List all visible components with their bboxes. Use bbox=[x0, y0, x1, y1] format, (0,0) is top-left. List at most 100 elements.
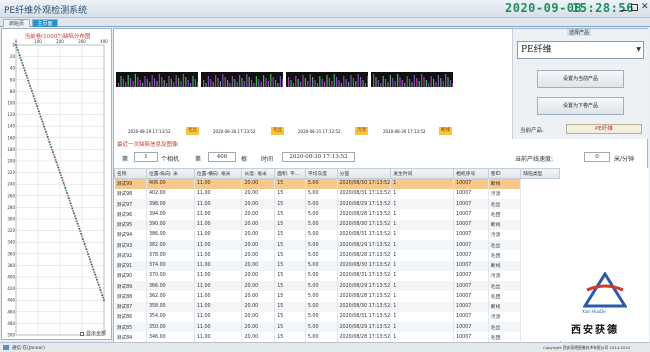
set-current-product-button[interactable]: 设置为当前产品 bbox=[537, 70, 624, 88]
table-cell: 1 bbox=[390, 260, 455, 271]
table-row[interactable]: 测试94 386.00 11.00 20.00 15 5.00 2020/08/31 17:… bbox=[114, 229, 560, 240]
y-tick-label: 440 bbox=[7, 298, 15, 303]
table-cell: 污渍 bbox=[488, 188, 522, 199]
time-field[interactable]: 2020-08-30 17:13:52 bbox=[282, 152, 355, 162]
table-cell: 11.00 bbox=[194, 260, 243, 271]
maximize-icon[interactable] bbox=[631, 4, 638, 11]
defect-thumbnail[interactable] bbox=[116, 72, 198, 87]
defect-point bbox=[88, 255, 91, 258]
column-header[interactable]: 长度: 毫米 bbox=[241, 168, 276, 179]
table-cell: 15 bbox=[274, 240, 306, 251]
set-next-product-button[interactable]: 设置为下卷产品 bbox=[537, 97, 624, 115]
checkbox-icon[interactable] bbox=[80, 331, 84, 336]
tab-start-page[interactable]: 启始页 bbox=[3, 19, 30, 27]
table-cell: 测试84 bbox=[114, 332, 147, 342]
defect-point bbox=[66, 192, 69, 195]
table-cell: 20.00 bbox=[241, 332, 276, 342]
table-row[interactable]: 测试85 350.00 11.00 20.00 15 5.00 2020/08/29 17:… bbox=[114, 322, 560, 333]
table-cell: 15 bbox=[274, 291, 306, 302]
table-row[interactable]: 测试99 406.00 11.00 20.00 15 5.00 2020/08/30 17:… bbox=[114, 178, 560, 189]
defect-point bbox=[48, 140, 51, 143]
minimize-icon[interactable] bbox=[621, 5, 627, 11]
defect-thumbnail[interactable] bbox=[201, 72, 283, 87]
y-tick-label: 180 bbox=[7, 147, 15, 152]
defect-point bbox=[89, 260, 92, 263]
status-copyright-text: Copyright 西安获德图像技术有限公司 2014-2020 bbox=[543, 345, 631, 350]
table-row[interactable]: 测试92 378.00 11.00 20.00 15 5.00 2020/08/28 17:… bbox=[114, 250, 560, 261]
table-row[interactable]: 测试89 366.00 11.00 20.00 15 5.00 2020/08/29 17:… bbox=[114, 281, 560, 292]
defect-point bbox=[20, 59, 23, 62]
table-cell: 10007 bbox=[453, 178, 489, 189]
table-row[interactable]: 测试95 390.00 11.00 20.00 15 5.00 2020/08/30 17:… bbox=[114, 219, 560, 230]
column-header[interactable]: 面积: 平... bbox=[274, 168, 306, 179]
table-cell: 测试92 bbox=[114, 250, 147, 261]
defect-point bbox=[95, 278, 98, 281]
defect-point bbox=[25, 74, 28, 77]
logo-company-name: 西安获德 bbox=[571, 325, 619, 336]
table-cell: 测试90 bbox=[114, 270, 147, 281]
thumbnail-defect-tag: 断线 bbox=[439, 127, 452, 135]
table-cell: 15 bbox=[274, 332, 306, 342]
table-row[interactable]: 测试86 354.00 11.00 20.00 15 5.00 2020/08/31 17:… bbox=[114, 311, 560, 322]
column-header[interactable]: 卷ID bbox=[487, 168, 522, 179]
defect-point bbox=[98, 286, 101, 289]
column-header[interactable]: 发生时间 bbox=[390, 168, 455, 179]
column-header[interactable]: 位置-纵向: 米 bbox=[145, 168, 195, 179]
table-row[interactable]: 测试93 382.00 11.00 20.00 15 5.00 2020/08/29 17:… bbox=[114, 240, 560, 251]
defect-table[interactable]: 名称 位置-纵向: 米位置-横向: 毫米 长度: 毫米 面积: 平... 平均灰度 分值发… bbox=[114, 168, 560, 342]
table-row[interactable]: 测试96 394.00 11.00 20.00 15 5.00 2020/08/28 17:… bbox=[114, 209, 560, 220]
column-header[interactable]: 分值 bbox=[336, 168, 392, 179]
show-all-checkbox[interactable]: 显示全部 bbox=[80, 330, 106, 337]
column-header[interactable]: 名称 bbox=[114, 168, 147, 179]
table-row[interactable]: 测试91 374.00 11.00 20.00 15 5.00 2020/08/30 17:… bbox=[114, 260, 560, 271]
table-row[interactable]: 测试98 402.00 11.00 20.00 15 5.00 2020/08/31 17:… bbox=[114, 188, 560, 199]
table-cell: 1 bbox=[390, 301, 455, 312]
table-cell: 10007 bbox=[453, 260, 489, 271]
camera-number-field[interactable]: 1 bbox=[134, 152, 158, 162]
table-cell: 374.00 bbox=[146, 260, 195, 271]
column-header[interactable]: 缺陷类型 bbox=[520, 168, 560, 179]
table-cell: 10007 bbox=[453, 229, 489, 240]
table-row[interactable]: 测试88 362.00 11.00 20.00 15 5.00 2020/08/28 17:… bbox=[114, 291, 560, 302]
defect-point bbox=[97, 283, 100, 286]
table-row[interactable]: 测试90 370.00 11.00 20.00 15 5.00 2020/08/31 17:… bbox=[114, 270, 560, 281]
defect-point bbox=[50, 146, 53, 149]
root-number-field[interactable]: 406 bbox=[208, 152, 236, 162]
table-cell: 11.00 bbox=[194, 199, 243, 210]
defect-thumbnail[interactable] bbox=[371, 72, 453, 87]
y-tick-label: 500 bbox=[7, 333, 15, 338]
defect-thumbnail[interactable] bbox=[286, 72, 368, 87]
close-icon[interactable]: ✕ bbox=[641, 1, 649, 13]
line-speed-field[interactable]: 0 bbox=[584, 152, 610, 162]
table-cell: 毛丝 bbox=[488, 199, 522, 210]
table-cell: 5.00 bbox=[305, 240, 338, 251]
defect-point bbox=[51, 151, 54, 154]
tab-main-page[interactable]: 主页面 bbox=[32, 19, 58, 27]
table-row[interactable]: 测试84 346.00 11.00 20.00 15 5.00 2020/08/28 17:… bbox=[114, 332, 560, 342]
product-select[interactable]: PE纤维 ▼ bbox=[517, 41, 644, 59]
defect-point bbox=[102, 296, 105, 299]
defect-point bbox=[101, 294, 104, 297]
table-row[interactable]: 测试97 398.00 11.00 20.00 15 5.00 2020/08/29 17:… bbox=[114, 199, 560, 210]
connection-icon bbox=[3, 345, 9, 350]
chevron-down-icon[interactable]: ▼ bbox=[636, 42, 641, 58]
y-tick-label: 220 bbox=[7, 170, 15, 175]
table-cell: 10007 bbox=[453, 332, 489, 342]
y-tick-label: 280 bbox=[7, 205, 15, 210]
defect-point bbox=[46, 135, 49, 138]
table-cell: 11.00 bbox=[194, 291, 243, 302]
table-cell: 毛团 bbox=[488, 250, 522, 261]
company-logo-icon bbox=[583, 272, 627, 308]
table-cell: 362.00 bbox=[146, 291, 195, 302]
column-header[interactable]: 相机序号 bbox=[453, 168, 489, 179]
column-header[interactable]: 平均灰度 bbox=[304, 168, 338, 179]
table-cell: 2020/08/30 17:13:52 bbox=[337, 301, 392, 312]
defect-point bbox=[77, 225, 80, 228]
thumbnail-timestamp: 2020-08-29 17:13:52 bbox=[128, 129, 171, 134]
column-header[interactable]: 位置-横向: 毫米 bbox=[193, 168, 243, 179]
table-row[interactable]: 测试87 358.00 11.00 20.00 15 5.00 2020/08/30 17:… bbox=[114, 301, 560, 312]
defect-point bbox=[75, 220, 78, 223]
table-cell: 2020/08/29 17:13:52 bbox=[337, 281, 392, 292]
defect-point bbox=[59, 171, 61, 174]
table-cell: 污渍 bbox=[488, 270, 522, 281]
